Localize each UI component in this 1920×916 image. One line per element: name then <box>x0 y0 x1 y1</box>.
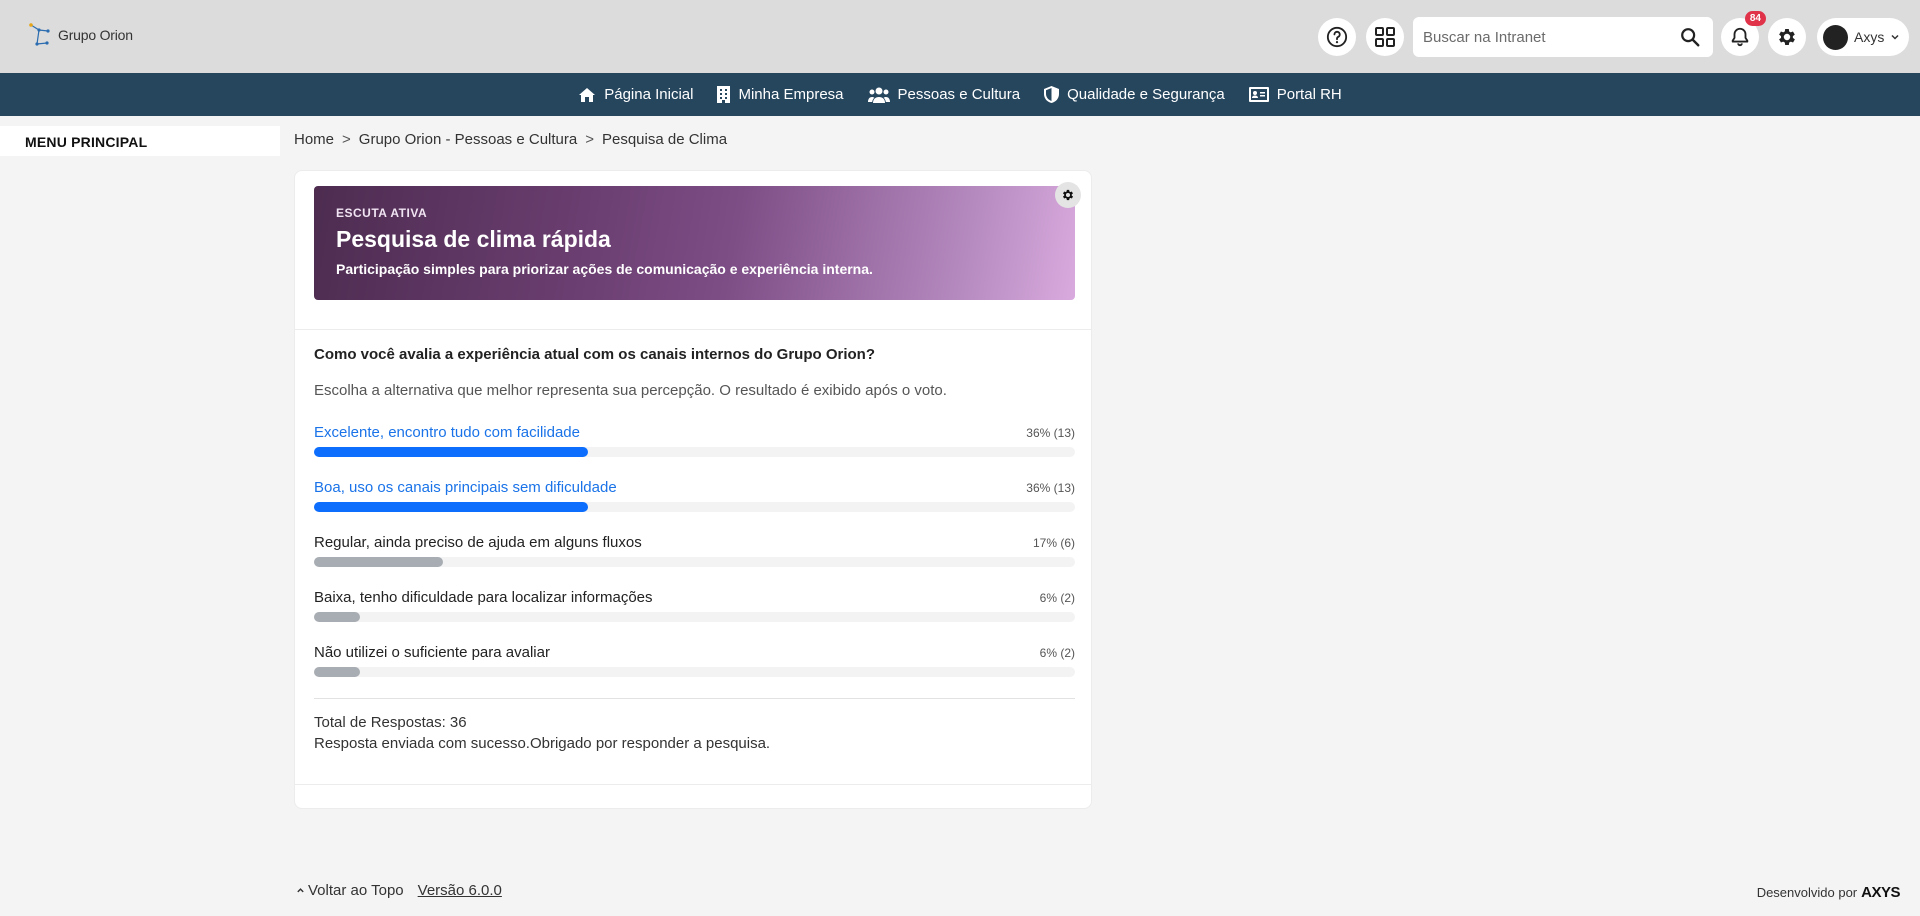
poll-question: Como você avalia a experiência atual com… <box>314 346 875 363</box>
search-input[interactable] <box>1413 28 1663 46</box>
poll-option[interactable]: Regular, ainda preciso de ajuda em algun… <box>314 534 1075 574</box>
nav-item-label: Página Inicial <box>604 86 694 103</box>
hero-banner: ESCUTA ATIVA Pesquisa de clima rápida Pa… <box>314 186 1075 300</box>
poll-option-label: Boa, uso os canais principais sem dificu… <box>314 479 617 496</box>
poll-option[interactable]: Não utilizei o suficiente para avaliar 6… <box>314 644 1075 684</box>
nav-item-pessoas-cultura[interactable]: Pessoas e Cultura <box>867 86 1021 103</box>
footer-right: Desenvolvido por AXYS <box>1756 884 1901 901</box>
poll-success-message: Resposta enviada com sucesso.Obrigado po… <box>314 735 771 752</box>
poll-option-track <box>314 667 1075 677</box>
id-card-icon <box>1248 87 1269 102</box>
building-icon <box>717 86 731 103</box>
developed-by-label: Desenvolvido por <box>1756 885 1858 900</box>
poll-option-bar <box>314 502 588 512</box>
poll-total: Total de Respostas: 36 <box>314 714 467 731</box>
home-icon <box>579 87 596 102</box>
poll-card: ESCUTA ATIVA Pesquisa de clima rápida Pa… <box>294 170 1092 809</box>
constellation-logo-icon <box>29 23 50 46</box>
poll-option-result: 36% (13) <box>1026 481 1075 495</box>
apps-button[interactable] <box>1366 18 1404 56</box>
gear-icon <box>1062 189 1074 201</box>
chevron-down-icon <box>1891 34 1899 40</box>
chevron-up-icon <box>297 888 304 893</box>
search-box <box>1413 17 1713 57</box>
footer-left: Voltar ao Topo Versão 6.0.0 <box>296 882 502 899</box>
breadcrumb-section[interactable]: Grupo Orion - Pessoas e Cultura <box>359 131 577 148</box>
breadcrumb-current: Pesquisa de Clima <box>601 131 728 148</box>
bell-icon <box>1731 27 1749 47</box>
poll-option-bar <box>314 612 360 622</box>
hero-subtitle: Participação simples para priorizar açõe… <box>336 261 873 277</box>
back-to-top-label: Voltar ao Topo <box>308 882 404 899</box>
sidebar-title[interactable]: MENU PRINCIPAL <box>25 134 147 150</box>
nav-item-label: Pessoas e Cultura <box>897 86 1021 103</box>
webpart-settings-button[interactable] <box>1055 182 1081 208</box>
poll-option-label: Regular, ainda preciso de ajuda em algun… <box>314 534 642 551</box>
poll-option-result: 17% (6) <box>1032 536 1075 550</box>
divider <box>295 329 1091 330</box>
poll-option-track <box>314 447 1075 457</box>
gear-icon <box>1779 29 1795 45</box>
help-button[interactable] <box>1318 18 1356 56</box>
hero-kicker: ESCUTA ATIVA <box>336 206 428 220</box>
nav-item-label: Minha Empresa <box>738 86 844 103</box>
help-icon <box>1326 26 1348 48</box>
user-name: Axys <box>1854 29 1885 45</box>
notifications-button[interactable]: 84 <box>1721 11 1766 56</box>
breadcrumb: Home > Grupo Orion - Pessoas e Cultura >… <box>294 131 727 148</box>
poll-option[interactable]: Baixa, tenho dificuldade para localizar … <box>314 589 1075 629</box>
version-link[interactable]: Versão 6.0.0 <box>418 882 502 899</box>
back-to-top-link[interactable]: Voltar ao Topo <box>296 882 404 899</box>
apps-grid-icon <box>1375 27 1395 47</box>
poll-option-bar <box>314 667 360 677</box>
breadcrumb-separator: > <box>585 131 594 148</box>
main-nav: Página Inicial Minha Empresa Pessoas e C… <box>0 73 1920 116</box>
poll-option-label: Não utilizei o suficiente para avaliar <box>314 644 550 661</box>
nav-item-minha-empresa[interactable]: Minha Empresa <box>717 86 844 103</box>
settings-button[interactable] <box>1768 18 1806 56</box>
logo-text: Grupo Orion <box>58 27 133 43</box>
users-icon <box>867 87 890 103</box>
nav-item-label: Portal RH <box>1276 86 1342 103</box>
nav-item-portal-rh[interactable]: Portal RH <box>1248 86 1342 103</box>
poll-option-label: Excelente, encontro tudo com facilidade <box>314 424 580 441</box>
divider <box>314 698 1075 699</box>
poll-option-result: 36% (13) <box>1026 426 1075 440</box>
poll-option-result: 6% (2) <box>1039 646 1075 660</box>
breadcrumb-separator: > <box>342 131 351 148</box>
hero-title: Pesquisa de clima rápida <box>336 226 611 252</box>
sidebar: MENU PRINCIPAL <box>0 126 280 156</box>
nav-item-pagina-inicial[interactable]: Página Inicial <box>578 86 693 103</box>
poll-option-track <box>314 612 1075 622</box>
search-icon[interactable] <box>1679 26 1701 48</box>
poll-option-track <box>314 557 1075 567</box>
logo[interactable]: Grupo Orion <box>28 22 133 48</box>
poll-hint: Escolha a alternativa que melhor represe… <box>314 382 947 399</box>
notification-badge: 84 <box>1744 11 1766 26</box>
poll-option-bar <box>314 557 444 567</box>
user-menu[interactable]: Axys <box>1817 18 1909 56</box>
avatar <box>1823 24 1848 50</box>
poll-option-track <box>314 502 1075 512</box>
axys-logo[interactable]: AXYS <box>1861 884 1900 901</box>
poll-option-result: 6% (2) <box>1039 591 1075 605</box>
nav-item-qualidade-seguranca[interactable]: Qualidade e Segurança <box>1044 86 1225 103</box>
poll-option[interactable]: Excelente, encontro tudo com facilidade … <box>314 424 1075 464</box>
poll-option[interactable]: Boa, uso os canais principais sem dificu… <box>314 479 1075 519</box>
top-header: Grupo Orion 84 Axys <box>0 0 1920 73</box>
breadcrumb-home[interactable]: Home <box>294 131 334 148</box>
poll-option-label: Baixa, tenho dificuldade para localizar … <box>314 589 653 606</box>
poll-option-bar <box>314 447 588 457</box>
divider <box>295 784 1091 785</box>
nav-item-label: Qualidade e Segurança <box>1067 86 1225 103</box>
shield-icon <box>1044 86 1060 103</box>
